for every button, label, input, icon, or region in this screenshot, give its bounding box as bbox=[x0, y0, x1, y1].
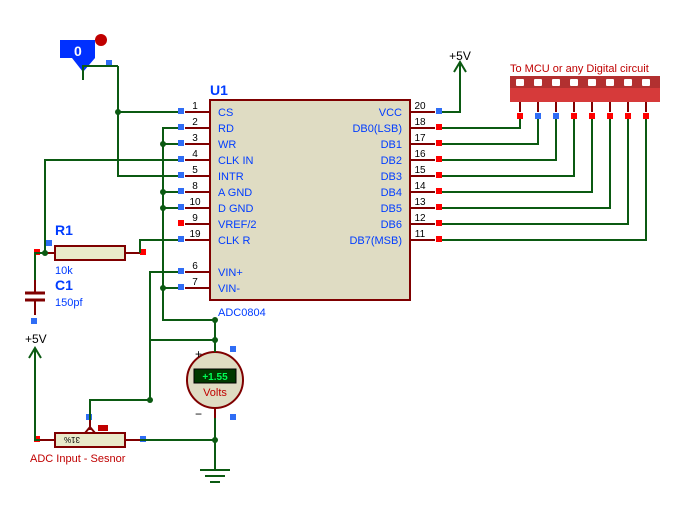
svg-text:12: 12 bbox=[414, 213, 426, 224]
svg-text:20: 20 bbox=[414, 101, 426, 112]
chip-ref: U1 bbox=[210, 82, 228, 98]
chip-u1: U1 ADC0804 1 CS 2 RD 3 WR 4 CLK IN bbox=[178, 82, 442, 319]
voltmeter: +1.55 Volts + − bbox=[187, 340, 243, 440]
output-header: To MCU or any Digital circuit bbox=[510, 63, 660, 119]
svg-text:DB2: DB2 bbox=[381, 155, 402, 167]
svg-text:WR: WR bbox=[218, 139, 236, 151]
svg-text:31%: 31% bbox=[64, 435, 80, 444]
svg-text:DB4: DB4 bbox=[381, 187, 402, 199]
svg-text:14: 14 bbox=[414, 181, 426, 192]
svg-text:C1: C1 bbox=[55, 277, 73, 293]
svg-text:8: 8 bbox=[192, 181, 198, 192]
svg-text:+1.55: +1.55 bbox=[202, 372, 228, 383]
svg-text:1: 1 bbox=[192, 101, 198, 112]
svg-text:6: 6 bbox=[192, 261, 198, 272]
svg-text:CLK IN: CLK IN bbox=[218, 155, 254, 167]
svg-text:+: + bbox=[195, 347, 202, 361]
svg-text:13: 13 bbox=[414, 197, 426, 208]
svg-text:RD: RD bbox=[218, 123, 234, 135]
svg-text:4: 4 bbox=[192, 149, 198, 160]
chip-part: ADC0804 bbox=[218, 307, 266, 319]
svg-text:VIN-: VIN- bbox=[218, 283, 240, 295]
svg-text:VIN+: VIN+ bbox=[218, 267, 243, 279]
svg-text:7: 7 bbox=[192, 277, 198, 288]
svg-text:R1: R1 bbox=[55, 222, 73, 238]
svg-text:DB1: DB1 bbox=[381, 139, 402, 151]
svg-text:D GND: D GND bbox=[218, 203, 254, 215]
svg-text:18: 18 bbox=[414, 117, 426, 128]
svg-text:16: 16 bbox=[414, 149, 426, 160]
svg-text:INTR: INTR bbox=[218, 171, 244, 183]
svg-text:Volts: Volts bbox=[203, 387, 227, 399]
svg-text:5: 5 bbox=[192, 165, 198, 176]
svg-text:+5V: +5V bbox=[25, 332, 47, 346]
logic-probe: 0 bbox=[60, 34, 118, 80]
svg-text:3: 3 bbox=[192, 133, 198, 144]
svg-text:15: 15 bbox=[414, 165, 426, 176]
vcc-left: +5V bbox=[25, 332, 47, 430]
svg-text:To MCU or any Digital circuit: To MCU or any Digital circuit bbox=[510, 63, 649, 75]
svg-text:DB0(LSB): DB0(LSB) bbox=[352, 123, 402, 135]
capacitor-c1: C1 150pf bbox=[25, 250, 83, 324]
svg-text:ADC Input - Sesnor: ADC Input - Sesnor bbox=[30, 453, 126, 465]
svg-text:0: 0 bbox=[74, 43, 82, 59]
svg-text:DB7(MSB): DB7(MSB) bbox=[349, 235, 402, 247]
svg-text:A GND: A GND bbox=[218, 187, 252, 199]
svg-text:17: 17 bbox=[414, 133, 426, 144]
svg-text:10k: 10k bbox=[55, 265, 73, 277]
svg-text:2: 2 bbox=[192, 117, 198, 128]
vcc-top: +5V bbox=[442, 49, 471, 112]
svg-text:VCC: VCC bbox=[379, 107, 402, 119]
svg-text:11: 11 bbox=[415, 229, 426, 240]
svg-text:DB6: DB6 bbox=[381, 219, 402, 231]
svg-text:150pf: 150pf bbox=[55, 297, 83, 309]
svg-text:VREF/2: VREF/2 bbox=[218, 219, 257, 231]
svg-text:10: 10 bbox=[189, 197, 201, 208]
svg-text:CS: CS bbox=[218, 107, 233, 119]
svg-text:−: − bbox=[195, 407, 202, 421]
svg-text:DB3: DB3 bbox=[381, 171, 402, 183]
svg-text:19: 19 bbox=[189, 229, 201, 240]
data-bus bbox=[442, 119, 646, 240]
svg-text:CLK R: CLK R bbox=[218, 235, 250, 247]
resistor-r1: R1 10k bbox=[34, 222, 146, 277]
svg-text:DB5: DB5 bbox=[381, 203, 402, 215]
potentiometer[interactable]: 31% ADC Input - Sesnor bbox=[30, 414, 146, 465]
svg-text:9: 9 bbox=[192, 213, 198, 224]
